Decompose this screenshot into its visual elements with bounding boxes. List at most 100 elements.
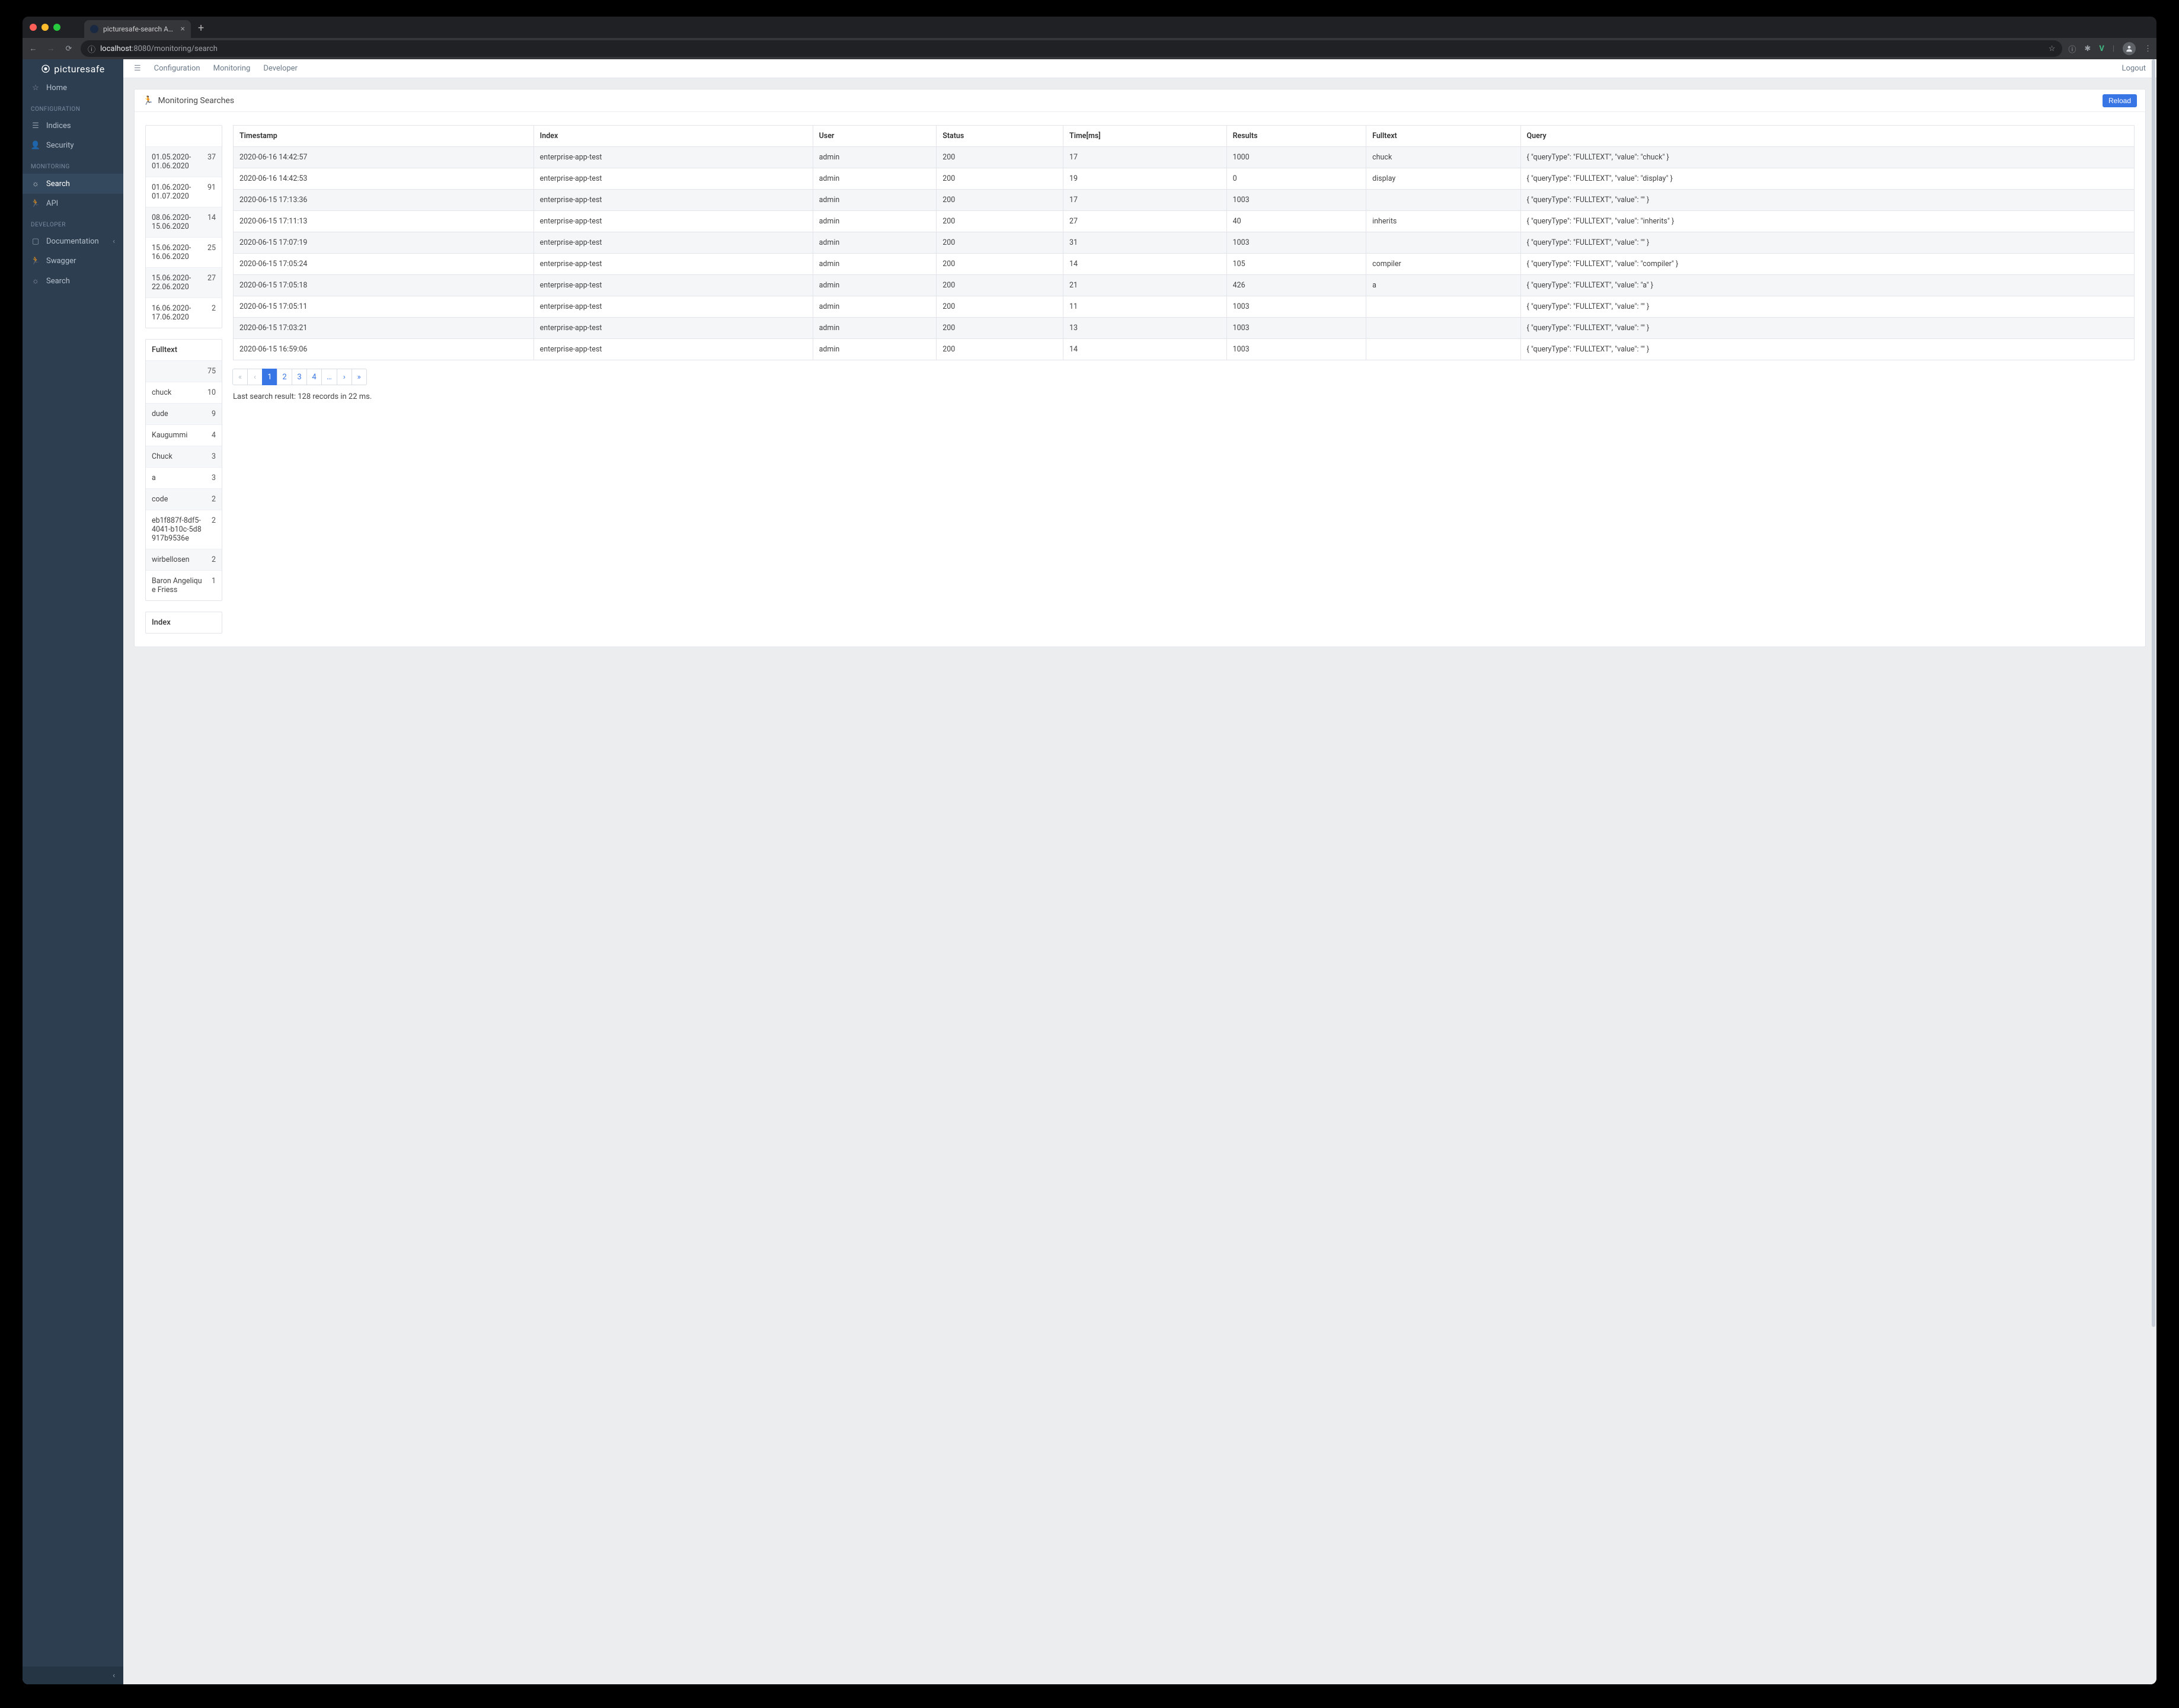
- user-icon: 👤: [31, 141, 40, 150]
- facet-row[interactable]: chuck10: [146, 382, 222, 403]
- col-results[interactable]: Results: [1226, 126, 1366, 147]
- sidebar-item-label: Documentation: [46, 237, 99, 246]
- facet-row[interactable]: code2: [146, 488, 222, 510]
- facet-row[interactable]: eb1f887f-8df5-4041-b10c-5d8917b9536e2: [146, 510, 222, 549]
- page-number[interactable]: 2: [277, 369, 292, 385]
- run-icon: 🏃: [31, 257, 40, 266]
- facet-row[interactable]: 75: [146, 360, 222, 382]
- table-row[interactable]: 2020-06-15 16:59:06enterprise-app-testad…: [234, 339, 2135, 360]
- vue-devtools-icon[interactable]: V: [2099, 44, 2104, 53]
- table-row[interactable]: 2020-06-15 17:05:11enterprise-app-testad…: [234, 296, 2135, 318]
- profile-avatar[interactable]: [2123, 42, 2136, 55]
- sidebar-item-security[interactable]: 👤 Security: [23, 136, 123, 155]
- facet-row[interactable]: dude9: [146, 403, 222, 424]
- minimize-window-button[interactable]: [41, 24, 49, 31]
- cell-user: admin: [813, 147, 937, 168]
- cell-index: enterprise-app-test: [533, 190, 813, 211]
- browser-tab[interactable]: picturesafe-search Acceleratio ×: [84, 20, 191, 38]
- extension-icon-2[interactable]: ✱: [2084, 44, 2091, 53]
- facet-label: wirbellosen: [152, 555, 190, 564]
- sidebar-item-swagger[interactable]: 🏃 Swagger: [23, 251, 123, 271]
- cell-user: admin: [813, 190, 937, 211]
- col-fulltext[interactable]: Fulltext: [1366, 126, 1520, 147]
- page-number[interactable]: 1: [262, 369, 277, 385]
- run-icon: 🏃: [143, 96, 153, 105]
- page-prev[interactable]: ‹: [247, 369, 263, 385]
- info-icon: ⓘ: [88, 43, 95, 55]
- scrollbar[interactable]: [2152, 59, 2155, 1327]
- menu-icon[interactable]: ⋮: [2144, 44, 2152, 53]
- col-user[interactable]: User: [813, 126, 937, 147]
- table-row[interactable]: 2020-06-15 17:05:18enterprise-app-testad…: [234, 275, 2135, 296]
- facet-row[interactable]: Baron Angelique Friess1: [146, 570, 222, 600]
- col-status[interactable]: Status: [937, 126, 1063, 147]
- url-field[interactable]: ⓘ localhost:8080/monitoring/search ☆: [81, 40, 2062, 57]
- extension-icon[interactable]: ⓘ: [2068, 43, 2076, 55]
- cell-time_ms: 14: [1063, 339, 1227, 360]
- logout-link[interactable]: Logout: [2122, 64, 2146, 73]
- back-button[interactable]: ←: [27, 44, 39, 53]
- sidebar-collapse-button[interactable]: ‹: [23, 1667, 123, 1684]
- star-icon[interactable]: ☆: [2049, 44, 2056, 53]
- sidebar-item-api[interactable]: 🏃 API: [23, 194, 123, 213]
- facet-row[interactable]: 15.06.2020-16.06.202025: [146, 237, 222, 267]
- sidebar-item-indices[interactable]: ☰ Indices: [23, 116, 123, 136]
- cell-timestamp: 2020-06-15 17:05:24: [234, 254, 534, 275]
- topnav-configuration[interactable]: Configuration: [154, 64, 200, 73]
- results-table: Timestamp Index User Status Time[ms] Res…: [233, 125, 2135, 360]
- table-row[interactable]: 2020-06-15 17:11:13enterprise-app-testad…: [234, 211, 2135, 232]
- topnav-developer[interactable]: Developer: [263, 64, 298, 73]
- page-number[interactable]: …: [321, 369, 337, 385]
- facet-count: 75: [207, 367, 216, 376]
- page-number[interactable]: 3: [292, 369, 307, 385]
- table-row[interactable]: 2020-06-15 17:13:36enterprise-app-testad…: [234, 190, 2135, 211]
- close-tab-icon[interactable]: ×: [181, 24, 185, 34]
- table-row[interactable]: 2020-06-15 17:05:24enterprise-app-testad…: [234, 254, 2135, 275]
- close-window-button[interactable]: [30, 24, 37, 31]
- col-query[interactable]: Query: [1520, 126, 2134, 147]
- page-number[interactable]: 4: [306, 369, 322, 385]
- col-timestamp[interactable]: Timestamp: [234, 126, 534, 147]
- forward-button[interactable]: →: [45, 44, 57, 53]
- reload-button[interactable]: Reload: [2103, 94, 2137, 107]
- sidebar-item-dev-search[interactable]: ☼ Search: [23, 271, 123, 291]
- cell-query: { "queryType": "FULLTEXT", "value": "dis…: [1520, 168, 2134, 190]
- facet-row[interactable]: Chuck3: [146, 446, 222, 467]
- facet-row[interactable]: 01.05.2020-01.06.202037: [146, 146, 222, 177]
- facet-label: dude: [152, 410, 168, 418]
- sidebar-item-search[interactable]: ☼ Search: [23, 174, 123, 194]
- table-row[interactable]: 2020-06-16 14:42:57enterprise-app-testad…: [234, 147, 2135, 168]
- sidebar-item-home[interactable]: ☆ Home: [23, 78, 123, 98]
- new-tab-button[interactable]: +: [198, 22, 204, 34]
- page-first[interactable]: «: [232, 369, 248, 385]
- facet-count: 2: [212, 516, 216, 543]
- facet-row[interactable]: a3: [146, 467, 222, 488]
- topnav-monitoring[interactable]: Monitoring: [213, 64, 251, 73]
- facet-count: 27: [207, 274, 216, 292]
- page-last[interactable]: »: [352, 369, 367, 385]
- cell-results: 1000: [1226, 147, 1366, 168]
- col-time-ms[interactable]: Time[ms]: [1063, 126, 1227, 147]
- col-index[interactable]: Index: [533, 126, 813, 147]
- facet-row[interactable]: 08.06.2020-15.06.202014: [146, 207, 222, 237]
- table-row[interactable]: 2020-06-16 14:42:53enterprise-app-testad…: [234, 168, 2135, 190]
- table-row[interactable]: 2020-06-15 17:03:21enterprise-app-testad…: [234, 318, 2135, 339]
- hamburger-icon[interactable]: ☰: [134, 64, 141, 73]
- facet-row[interactable]: Kaugummi4: [146, 424, 222, 446]
- facet-row[interactable]: 16.06.2020-17.06.20202: [146, 298, 222, 328]
- cell-fulltext: inherits: [1366, 211, 1520, 232]
- facet-label: 15.06.2020-16.06.2020: [152, 244, 191, 261]
- reload-page-button[interactable]: ⟳: [63, 44, 75, 53]
- sidebar-item-documentation[interactable]: ▢ Documentation ‹: [23, 232, 123, 251]
- cell-index: enterprise-app-test: [533, 232, 813, 254]
- facet-row[interactable]: 01.06.2020-01.07.202091: [146, 177, 222, 207]
- cell-fulltext: chuck: [1366, 147, 1520, 168]
- table-row[interactable]: 2020-06-15 17:07:19enterprise-app-testad…: [234, 232, 2135, 254]
- cell-query: { "queryType": "FULLTEXT", "value": "a" …: [1520, 275, 2134, 296]
- page-next[interactable]: ›: [337, 369, 352, 385]
- facet-row[interactable]: wirbellosen2: [146, 549, 222, 570]
- url-host: localhost: [100, 44, 132, 53]
- facet-row[interactable]: 15.06.2020-22.06.202027: [146, 267, 222, 298]
- star-outline-icon: ☆: [31, 84, 40, 92]
- maximize-window-button[interactable]: [53, 24, 60, 31]
